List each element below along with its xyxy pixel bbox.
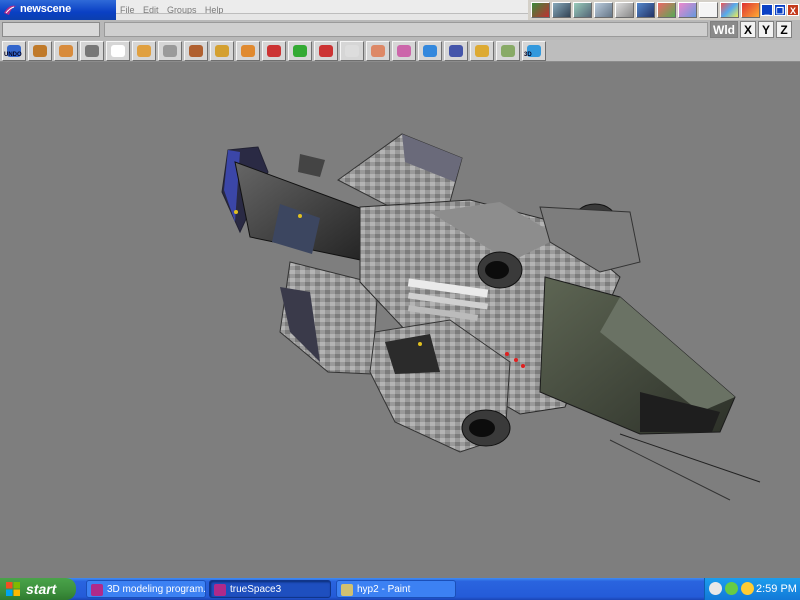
task-label: 3D modeling program... bbox=[107, 584, 206, 595]
sphere-icon bbox=[241, 44, 255, 57]
window-controls: _ ❐ X bbox=[760, 0, 800, 20]
tool-button-grid[interactable] bbox=[444, 40, 468, 61]
object-name-field[interactable] bbox=[2, 22, 100, 37]
tool-button-blob[interactable] bbox=[288, 40, 312, 61]
tool-button-brush[interactable] bbox=[392, 40, 416, 61]
eye-icon bbox=[33, 44, 47, 57]
tool-button-paint[interactable] bbox=[366, 40, 390, 61]
render-icon[interactable] bbox=[531, 2, 550, 18]
truespace-icon bbox=[214, 584, 226, 596]
grid-icon bbox=[449, 44, 463, 57]
tool-button-color-ball[interactable] bbox=[262, 40, 286, 61]
light-icon bbox=[319, 44, 333, 57]
top-right-toolbar bbox=[528, 0, 760, 20]
spaceship-model[interactable] bbox=[0, 62, 800, 578]
grid-icon[interactable] bbox=[636, 2, 655, 18]
tool-button-sphere[interactable] bbox=[236, 40, 260, 61]
home-icon bbox=[163, 44, 177, 57]
material-icon bbox=[215, 44, 229, 57]
tray-security-icon[interactable] bbox=[741, 582, 754, 595]
path-icon bbox=[345, 44, 359, 57]
coordinate-selector: Wld X Y Z bbox=[710, 21, 792, 38]
truespace-logo-icon bbox=[4, 5, 16, 15]
balls-icon[interactable] bbox=[678, 2, 697, 18]
box-icon bbox=[189, 44, 203, 57]
menu-bar: File Edit Groups Help bbox=[116, 0, 528, 15]
pointer-icon bbox=[111, 44, 125, 57]
task-label: hyp2 - Paint bbox=[357, 584, 411, 595]
mesh-icon[interactable] bbox=[552, 2, 571, 18]
close-button[interactable]: X bbox=[787, 4, 799, 16]
camera-icon bbox=[85, 44, 99, 57]
tool-bar: UNDO 3D bbox=[0, 40, 800, 62]
task-3d-modeling[interactable]: 3D modeling program... bbox=[86, 580, 206, 598]
tray-back-icon[interactable] bbox=[709, 582, 722, 595]
plane-icon bbox=[501, 44, 515, 57]
tool-button-eye[interactable] bbox=[28, 40, 52, 61]
tool-button-plane[interactable] bbox=[496, 40, 520, 61]
rotate-icon bbox=[137, 44, 151, 57]
window-title: newscene bbox=[20, 3, 71, 15]
y-axis-button[interactable]: Y bbox=[758, 21, 774, 38]
world-coord-button[interactable]: Wld bbox=[710, 21, 738, 38]
question-icon[interactable] bbox=[741, 2, 760, 18]
tool-button-spheres[interactable] bbox=[418, 40, 442, 61]
task-label: trueSpace3 bbox=[230, 584, 282, 595]
tool-button-home[interactable] bbox=[158, 40, 182, 61]
tray-network-icon[interactable] bbox=[725, 582, 738, 595]
curve-icon[interactable] bbox=[594, 2, 613, 18]
tool-button-rotate[interactable] bbox=[132, 40, 156, 61]
color-ball-icon bbox=[267, 44, 281, 57]
restore-button[interactable]: ❐ bbox=[774, 4, 786, 16]
tool-button-box[interactable] bbox=[184, 40, 208, 61]
task-truespace3[interactable]: trueSpace3 bbox=[209, 580, 331, 598]
tool-button-group[interactable] bbox=[470, 40, 494, 61]
cube-icon bbox=[59, 44, 73, 57]
tool-label: 3D bbox=[524, 51, 532, 58]
group-icon bbox=[475, 44, 489, 57]
tool-button-pointer[interactable] bbox=[106, 40, 130, 61]
z-axis-button[interactable]: Z bbox=[776, 21, 792, 38]
tree-icon[interactable] bbox=[573, 2, 592, 18]
3d-viewport[interactable] bbox=[0, 62, 800, 578]
minimize-button[interactable]: _ bbox=[761, 4, 773, 16]
bones-icon[interactable] bbox=[615, 2, 634, 18]
palette-icon[interactable] bbox=[720, 2, 739, 18]
tool-button-material[interactable] bbox=[210, 40, 234, 61]
x-axis-button[interactable]: X bbox=[740, 21, 756, 38]
tool-button-3d[interactable]: 3D bbox=[522, 40, 546, 61]
tool-button-undo[interactable]: UNDO bbox=[2, 40, 26, 61]
title-bar[interactable]: newscene bbox=[0, 0, 116, 21]
start-button[interactable]: start bbox=[0, 578, 76, 600]
blob-icon bbox=[293, 44, 307, 57]
status-row bbox=[0, 20, 800, 40]
spheres-icon bbox=[423, 44, 437, 57]
clock[interactable]: 2:59 PM bbox=[756, 578, 797, 600]
task-paint[interactable]: hyp2 - Paint bbox=[336, 580, 456, 598]
tool-button-camera[interactable] bbox=[80, 40, 104, 61]
tool-button-path[interactable] bbox=[340, 40, 364, 61]
browser-icon bbox=[91, 584, 103, 596]
message-field bbox=[104, 22, 708, 37]
flower-icon[interactable] bbox=[657, 2, 676, 18]
paint-icon bbox=[371, 44, 385, 57]
tool-label: UNDO bbox=[4, 51, 22, 58]
tool-button-light[interactable] bbox=[314, 40, 338, 61]
start-label: start bbox=[26, 581, 57, 597]
taskbar: start 3D modeling program... trueSpace3 … bbox=[0, 578, 800, 600]
paint-icon bbox=[341, 584, 353, 596]
frame-icon[interactable] bbox=[699, 2, 718, 18]
tool-button-cube[interactable] bbox=[54, 40, 78, 61]
brush-icon bbox=[397, 44, 411, 57]
windows-logo-icon bbox=[6, 582, 20, 596]
